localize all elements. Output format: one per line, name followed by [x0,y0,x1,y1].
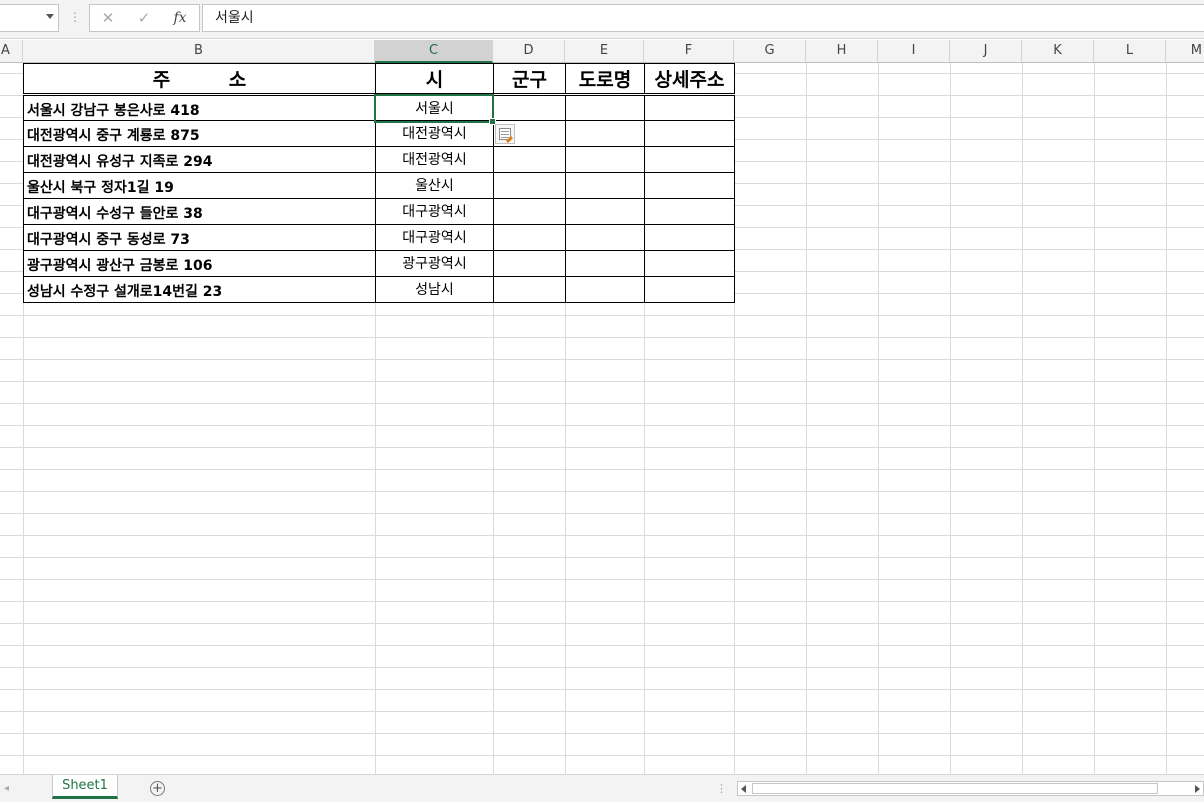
district-cell[interactable] [493,172,566,199]
address-cell[interactable]: 대구광역시 수성구 들안로 38 [23,198,376,225]
city-cell[interactable]: 광구광역시 [375,250,494,277]
header-detail[interactable]: 상세주소 [644,63,735,96]
header-city[interactable]: 시 [375,63,494,96]
scrollbar-thumb[interactable] [752,783,1158,794]
cancel-icon[interactable]: ✕ [96,5,120,31]
flash-fill-options-button[interactable] [495,124,515,144]
header-address: 주 소 [152,69,273,91]
address-cell[interactable]: 대구광역시 중구 동성로 73 [23,224,376,251]
add-sheet-icon[interactable]: + [150,781,165,796]
column-header-l[interactable]: L [1094,40,1166,63]
table-header-row: 주 소 시 군구 도로명 상세주소 [23,63,735,96]
address-cell[interactable]: 성남시 수정구 설개로14번길 23 [23,276,376,303]
detail-cell[interactable] [644,198,735,225]
city-cell[interactable]: 대구광역시 [375,224,494,251]
address-cell[interactable]: 서울시 강남구 봉은사로 418 [23,94,376,121]
road-cell[interactable] [565,198,645,225]
table-row: 대구광역시 중구 동성로 73 대구광역시 [23,224,735,251]
city-cell[interactable]: 서울시 [375,94,494,121]
address-cell[interactable]: 광구광역시 광산구 금봉로 106 [23,250,376,277]
road-cell[interactable] [565,172,645,199]
detail-cell[interactable] [644,224,735,251]
formula-input[interactable]: 서울시 [202,4,1204,32]
table-row: 대구광역시 수성구 들안로 38 대구광역시 [23,198,735,225]
city-cell[interactable]: 울산시 [375,172,494,199]
address-cell[interactable]: 대전광역시 중구 계룡로 875 [23,120,376,147]
column-header-f[interactable]: F [644,40,734,63]
header-road[interactable]: 도로명 [565,63,645,96]
table-row: 대전광역시 중구 계룡로 875 대전광역시 [23,120,735,147]
road-cell[interactable] [565,94,645,121]
chevron-down-icon[interactable] [46,14,54,19]
address-table: 주 소 시 군구 도로명 상세주소 서울시 강남구 봉은사로 418 서울시 대… [23,63,735,303]
detail-cell[interactable] [644,250,735,277]
district-cell[interactable] [493,276,566,303]
table-row: 서울시 강남구 봉은사로 418 서울시 [23,94,735,121]
column-header-c[interactable]: C [375,40,493,63]
sheet-nav-icon[interactable]: ◂ [4,783,9,794]
detail-cell[interactable] [644,276,735,303]
district-cell[interactable] [493,198,566,225]
scroll-left-icon[interactable] [741,785,746,793]
flash-fill-icon [499,128,511,140]
formula-buttons: ✕ ✓ fx [89,4,200,32]
road-cell[interactable] [565,224,645,251]
name-box[interactable] [0,4,59,32]
address-cell[interactable]: 대전광역시 유성구 지족로 294 [23,146,376,173]
column-header-k[interactable]: K [1022,40,1094,63]
district-cell[interactable] [493,146,566,173]
column-header-j[interactable]: J [950,40,1022,63]
column-header-g[interactable]: G [734,40,806,63]
column-header-i[interactable]: I [878,40,950,63]
formula-bar: ⋮ ✕ ✓ fx 서울시 [0,0,1204,39]
district-cell[interactable] [493,224,566,251]
address-cell[interactable]: 울산시 북구 정자1길 19 [23,172,376,199]
enter-icon[interactable]: ✓ [132,5,156,31]
table-row: 울산시 북구 정자1길 19 울산시 [23,172,735,199]
sheet-tab-bar: ◂ Sheet1 + ⋮ [0,774,1204,802]
column-header-d[interactable]: D [493,40,565,63]
scroll-right-icon[interactable] [1195,785,1200,793]
city-cell[interactable]: 성남시 [375,276,494,303]
detail-cell[interactable] [644,146,735,173]
tab-splitter-icon[interactable]: ⋮ [716,782,727,795]
district-cell[interactable] [493,250,566,277]
insert-function-icon[interactable]: fx [168,5,192,31]
column-header-e[interactable]: E [565,40,644,63]
detail-cell[interactable] [644,172,735,199]
city-cell[interactable]: 대구광역시 [375,198,494,225]
city-cell[interactable]: 대전광역시 [375,146,494,173]
header-district[interactable]: 군구 [493,63,566,96]
horizontal-scrollbar[interactable] [737,781,1204,796]
road-cell[interactable] [565,120,645,147]
road-cell[interactable] [565,146,645,173]
column-header-h[interactable]: H [806,40,878,63]
detail-cell[interactable] [644,94,735,121]
column-header-m[interactable]: M [1166,40,1204,63]
district-cell[interactable] [493,94,566,121]
road-cell[interactable] [565,276,645,303]
column-header-a[interactable]: A [0,40,23,63]
table-row: 성남시 수정구 설개로14번길 23 성남시 [23,276,735,303]
city-cell[interactable]: 대전광역시 [375,120,494,147]
road-cell[interactable] [565,250,645,277]
formula-bar-splitter-icon[interactable]: ⋮ [69,10,81,24]
table-row: 광구광역시 광산구 금봉로 106 광구광역시 [23,250,735,277]
detail-cell[interactable] [644,120,735,147]
header-address-cell[interactable]: 주 소 [23,63,376,96]
sheet-tab-sheet1[interactable]: Sheet1 [52,775,118,799]
formula-value[interactable]: 서울시 [215,9,254,27]
column-header-b[interactable]: B [23,40,375,63]
table-row: 대전광역시 유성구 지족로 294 대전광역시 [23,146,735,173]
